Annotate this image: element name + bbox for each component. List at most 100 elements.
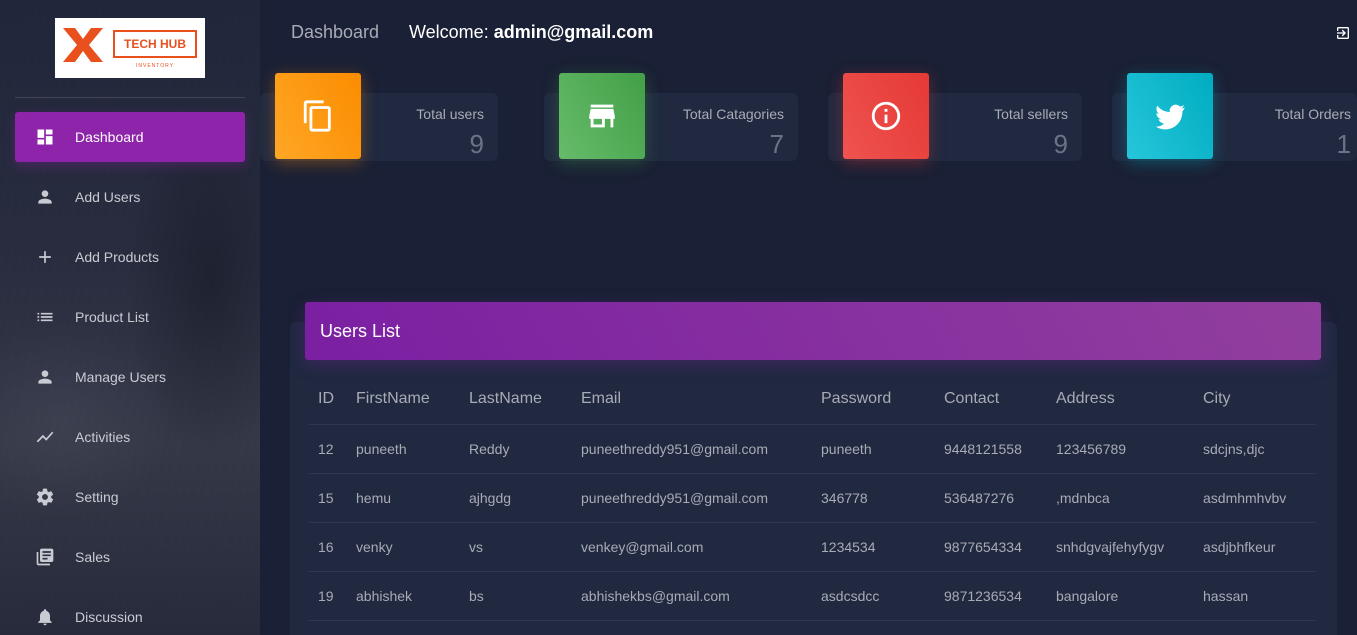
sidebar-item-label: Activities [75,429,131,445]
page-title: Dashboard [291,22,380,42]
cell-contact: 9448121558 [935,424,1047,474]
cell-firstname: hemu [347,473,460,523]
person-icon [35,187,55,207]
column-header: Contact [935,375,1047,425]
info-icon [843,73,929,159]
sidebar-item-activities[interactable]: Activities [15,412,245,462]
stat-label: Total Orders [1274,106,1351,122]
cell-lastname: ajhgdg [460,473,572,523]
twitter-icon [1127,73,1213,159]
cell-contact: 9871236534 [935,571,1047,621]
sidebar-item-label: Add Users [75,189,141,205]
sidebar: TECH HUB INVENTORY Dashboard Add Users A… [0,0,260,635]
table-row: 12 puneeth Reddy puneethreddy951@gmail.c… [309,424,1316,474]
sidebar-item-label: Sales [75,549,111,565]
stat-value: 1 [1336,129,1351,159]
cell-firstname: abhishek [347,571,460,621]
cell-city: hassan [1194,571,1316,621]
cell-contact: 536487276 [935,473,1047,523]
table-header-row: ID FirstName LastName Email Password Con… [309,375,1316,425]
sidebar-item-product-list[interactable]: Product List [15,292,245,342]
cell-address: bangalore [1047,571,1194,621]
sidebar-item-label: Dashboard [75,129,144,145]
table-row: 16 venky vs venkey@gmail.com 1234534 987… [309,522,1316,572]
store-icon [559,73,645,159]
library-books-icon [35,547,55,567]
cell-email: puneethreddy951@gmail.com [572,424,812,474]
person-icon [35,367,55,387]
stat-label: Total users [416,106,484,122]
stat-value: 7 [769,129,784,159]
timeline-icon [35,427,55,447]
cell-city: asdjbhfkeur [1194,522,1316,572]
cell-password: 346778 [812,473,935,523]
column-header: Address [1047,375,1194,425]
welcome-text: Welcome: admin@gmail.com [409,22,653,43]
dashboard-icon [35,127,55,147]
cell-id: 16 [309,522,347,572]
logo-text: TECH HUB [113,30,197,58]
column-header: ID [309,375,347,425]
cell-id: 12 [309,424,347,474]
cell-email: puneethreddy951@gmail.com [572,473,812,523]
plus-icon [35,247,55,267]
gear-icon [35,487,55,507]
cell-address: snhdgvajfehyfygv [1047,522,1194,572]
stat-card-total-sellers: Total sellers 9 [828,73,1082,161]
sidebar-item-setting[interactable]: Setting [15,472,245,522]
brand-logo[interactable]: TECH HUB INVENTORY [55,18,205,78]
sidebar-item-label: Add Products [75,249,160,265]
sidebar-item-label: Product List [75,309,149,325]
column-header: City [1194,375,1316,425]
user-email: admin@gmail.com [493,22,654,42]
sidebar-item-label: Setting [75,489,119,505]
column-header: Email [572,375,812,425]
sidebar-item-dashboard[interactable]: Dashboard [15,112,245,162]
cell-firstname: venky [347,522,460,572]
logo-subtext: INVENTORY [136,63,174,69]
cell-password: puneeth [812,424,935,474]
table-row: 19 abhishek bs abhishekbs@gmail.com asdc… [309,571,1316,621]
cell-city: asdmhmhvbv [1194,473,1316,523]
bell-icon [35,607,55,627]
stat-label: Total Catagories [682,106,784,122]
table-row: 15 hemu ajhgdg puneethreddy951@gmail.com… [309,473,1316,523]
sidebar-item-manage-users[interactable]: Manage Users [15,352,245,402]
column-header: LastName [460,375,572,425]
copy-icon [275,73,361,159]
sidebar-item-label: Discussion [75,609,143,625]
cell-password: asdcsdcc [812,571,935,621]
sidebar-divider [15,97,245,98]
cell-lastname: bs [460,571,572,621]
cell-email: venkey@gmail.com [572,522,812,572]
logo-x-icon [63,28,103,62]
logout-icon[interactable] [1335,25,1351,41]
stat-value: 9 [1053,129,1068,159]
stat-label: Total sellers [994,106,1068,122]
stat-value: 9 [469,129,484,159]
stat-card-total-orders: Total Orders 1 [1112,73,1357,161]
cell-contact: 9877654334 [935,522,1047,572]
sidebar-nav: Dashboard Add Users Add Products Product… [15,112,245,635]
cell-address: 123456789 [1047,424,1194,474]
cell-lastname: Reddy [460,424,572,474]
stat-card-total-users: Total users 9 [260,73,498,161]
sidebar-item-discussion[interactable]: Discussion [15,592,245,635]
sidebar-item-sales[interactable]: Sales [15,532,245,582]
sidebar-item-add-products[interactable]: Add Products [15,232,245,282]
cell-firstname: puneeth [347,424,460,474]
cell-address: ,mdnbca [1047,473,1194,523]
cell-password: 1234534 [812,522,935,572]
cell-lastname: vs [460,522,572,572]
cell-email: abhishekbs@gmail.com [572,571,812,621]
users-list-title: Users List [305,302,1321,360]
users-table: ID FirstName LastName Email Password Con… [309,375,1316,621]
list-icon [35,307,55,327]
sidebar-item-label: Manage Users [75,369,167,385]
welcome-prefix: Welcome: [409,22,489,42]
column-header: Password [812,375,935,425]
stat-card-total-categories: Total Catagories 7 [544,73,798,161]
cell-id: 15 [309,473,347,523]
sidebar-item-add-users[interactable]: Add Users [15,172,245,222]
column-header: FirstName [347,375,460,425]
